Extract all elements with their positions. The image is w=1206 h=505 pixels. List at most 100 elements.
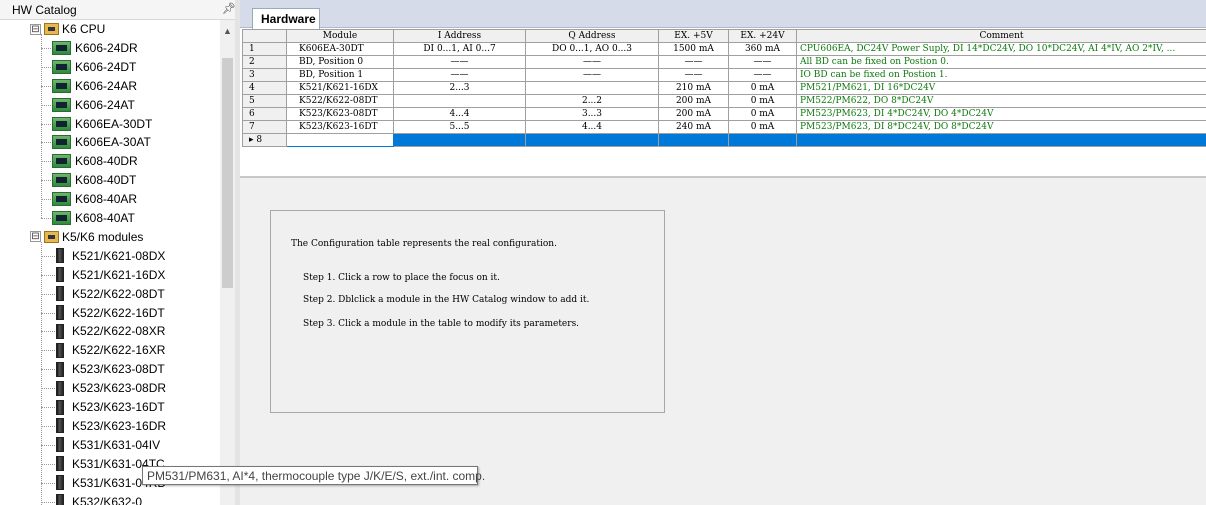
cell-ex-24v[interactable]: 0 mA [728, 107, 797, 121]
cell-ex-5v[interactable]: 200 mA [658, 94, 729, 108]
cell-ex-24v[interactable]: —— [728, 68, 797, 82]
row-number[interactable]: 5 [242, 94, 287, 108]
cell-i-address[interactable]: 2...3 [393, 81, 526, 95]
collapse-icon[interactable]: ⊟ [30, 231, 41, 243]
table-row-new[interactable]: ▸ 8 [242, 133, 1206, 147]
tree-item[interactable]: K606-24DR [52, 39, 138, 57]
cell-module[interactable]: K521/K621-16DX [286, 81, 394, 95]
cell-comment[interactable]: All BD can be fixed on Postion 0. [796, 55, 1206, 69]
column-header-ex-24v[interactable]: EX. +24V [728, 29, 797, 43]
scroll-thumb[interactable] [222, 58, 233, 288]
catalog-scrollbar[interactable]: ▲ [220, 20, 235, 505]
table-row[interactable]: 3 BD, Position 1 —— —— —— —— IO BD can be fixe… [242, 68, 1206, 82]
row-number[interactable]: 1 [242, 42, 287, 56]
cell-i-address[interactable]: —— [393, 55, 526, 69]
column-header-ex-5v[interactable]: EX. +5V [658, 29, 729, 43]
column-header-comment[interactable]: Comment [796, 29, 1206, 43]
cell-module[interactable]: K606EA-30DT [286, 42, 394, 56]
tree-group[interactable]: ⊟ K5/K6 modules [30, 228, 143, 246]
cell-i-address[interactable]: 4...4 [393, 107, 526, 121]
tree-item[interactable]: K608-40AR [52, 190, 137, 208]
table-row[interactable]: 2 BD, Position 0 —— —— —— —— All BD can be fix… [242, 55, 1206, 69]
cell-module[interactable]: K522/K622-08DT [286, 94, 394, 108]
row-number[interactable]: 7 [242, 120, 287, 134]
tree-item[interactable]: K608-40DR [52, 152, 138, 170]
cell-ex-24v[interactable]: 0 mA [728, 120, 797, 134]
cell-i-address[interactable]: DI 0...1, AI 0...7 [393, 42, 526, 56]
cell-q-address[interactable]: DO 0...1, AO 0...3 [525, 42, 659, 56]
cell-comment[interactable]: CPU606EA, DC24V Power Suply, DI 14*DC24V… [796, 42, 1206, 56]
row-number[interactable]: 2 [242, 55, 287, 69]
tree-item[interactable]: K522/K622-08DT [56, 285, 165, 303]
tree-item[interactable]: K523/K623-08DR [56, 379, 166, 397]
row-number[interactable]: 4 [242, 81, 287, 95]
cell-ex-5v[interactable]: 1500 mA [658, 42, 729, 56]
cell-q-address[interactable]: 4...4 [525, 120, 659, 134]
cell-comment[interactable]: PM523/PM623, DI 4*DC24V, DO 4*DC24V [796, 107, 1206, 121]
cell-ex-5v[interactable]: —— [658, 55, 729, 69]
cell-module[interactable]: BD, Position 1 [286, 68, 394, 82]
collapse-icon[interactable]: ⊟ [30, 23, 41, 35]
cell-comment[interactable]: IO BD can be fixed on Postion 1. [796, 68, 1206, 82]
cell-comment[interactable]: PM523/PM623, DI 8*DC24V, DO 8*DC24V [796, 120, 1206, 134]
tree-item[interactable]: K521/K621-08DX [56, 247, 165, 265]
tree-item[interactable]: K531/K631-04IV [56, 436, 160, 454]
cell-ex-5v[interactable]: 240 mA [658, 120, 729, 134]
cell-ex-24v[interactable]: 0 mA [728, 94, 797, 108]
tree-item[interactable]: K606-24DT [52, 58, 136, 76]
column-header-module[interactable]: Module [286, 29, 394, 43]
tree-item[interactable]: K606EA-30DT [52, 115, 152, 133]
cell-i-address[interactable] [393, 94, 526, 108]
tree-item[interactable]: K606EA-30AT [52, 133, 151, 151]
cell-ex-24v[interactable]: 0 mA [728, 81, 797, 95]
table-row[interactable]: 1 K606EA-30DT DI 0...1, AI 0...7 DO 0...1, … [242, 42, 1206, 56]
cell-q-address[interactable]: —— [525, 68, 659, 82]
cell-module[interactable]: K523/K623-08DT [286, 107, 394, 121]
cell-q-address[interactable] [525, 133, 659, 147]
pin-icon[interactable]: 📌︎ [222, 2, 236, 15]
cell-ex-5v[interactable]: 200 mA [658, 107, 729, 121]
scroll-up-icon[interactable]: ▲ [220, 26, 235, 36]
cell-comment[interactable]: PM521/PM621, DI 16*DC24V [796, 81, 1206, 95]
cell-module[interactable]: K523/K623-16DT [286, 120, 394, 134]
cell-module-edit[interactable] [286, 133, 394, 147]
cell-i-address[interactable] [393, 133, 526, 147]
row-number[interactable]: ▸ 8 [242, 133, 287, 147]
table-row[interactable]: 6 K523/K623-08DT 4...4 3...3 200 mA 0 mA PM523… [242, 107, 1206, 121]
cell-ex-5v[interactable]: —— [658, 68, 729, 82]
tree-item[interactable]: K522/K622-08XR [56, 322, 165, 340]
table-row[interactable]: 7 K523/K623-16DT 5...5 4...4 240 mA 0 mA PM523… [242, 120, 1206, 134]
cell-i-address[interactable]: —— [393, 68, 526, 82]
column-header-q-address[interactable]: Q Address [525, 29, 659, 43]
cell-ex-24v[interactable]: 360 mA [728, 42, 797, 56]
tree-item[interactable]: K522/K622-16XR [56, 341, 165, 359]
tree-item[interactable]: K606-24AR [52, 77, 137, 95]
cell-q-address[interactable]: 2...2 [525, 94, 659, 108]
cell-q-address[interactable]: 3...3 [525, 107, 659, 121]
tree-item[interactable]: K521/K621-16DX [56, 266, 165, 284]
tree-item[interactable]: K522/K622-16DT [56, 304, 165, 322]
table-row[interactable]: 5 K522/K622-08DT 2...2 200 mA 0 mA PM522/PM62… [242, 94, 1206, 108]
cell-comment[interactable]: PM522/PM622, DO 8*DC24V [796, 94, 1206, 108]
table-row[interactable]: 4 K521/K621-16DX 2...3 210 mA 0 mA PM521/PM62… [242, 81, 1206, 95]
column-header-i-address[interactable]: I Address [393, 29, 526, 43]
tree-item[interactable]: K523/K623-16DR [56, 417, 166, 435]
cell-module[interactable]: BD, Position 0 [286, 55, 394, 69]
tree-item[interactable]: K523/K623-16DT [56, 398, 165, 416]
tree-item[interactable]: K606-24AT [52, 96, 135, 114]
tab-hardware[interactable]: Hardware [252, 8, 320, 29]
cell-q-address[interactable] [525, 81, 659, 95]
cell-q-address[interactable]: —— [525, 55, 659, 69]
tree-item[interactable]: K532/K632-0 [56, 493, 142, 505]
cell-ex-5v[interactable]: 210 mA [658, 81, 729, 95]
row-number[interactable]: 6 [242, 107, 287, 121]
tree-item[interactable]: K608-40DT [52, 171, 136, 189]
cell-ex-5v[interactable] [658, 133, 729, 147]
cell-ex-24v[interactable] [728, 133, 797, 147]
cell-ex-24v[interactable]: —— [728, 55, 797, 69]
tree-item[interactable]: K523/K623-08DT [56, 360, 165, 378]
cell-i-address[interactable]: 5...5 [393, 120, 526, 134]
cell-comment[interactable] [796, 133, 1206, 147]
tree-item[interactable]: K608-40AT [52, 209, 135, 227]
row-number[interactable]: 3 [242, 68, 287, 82]
